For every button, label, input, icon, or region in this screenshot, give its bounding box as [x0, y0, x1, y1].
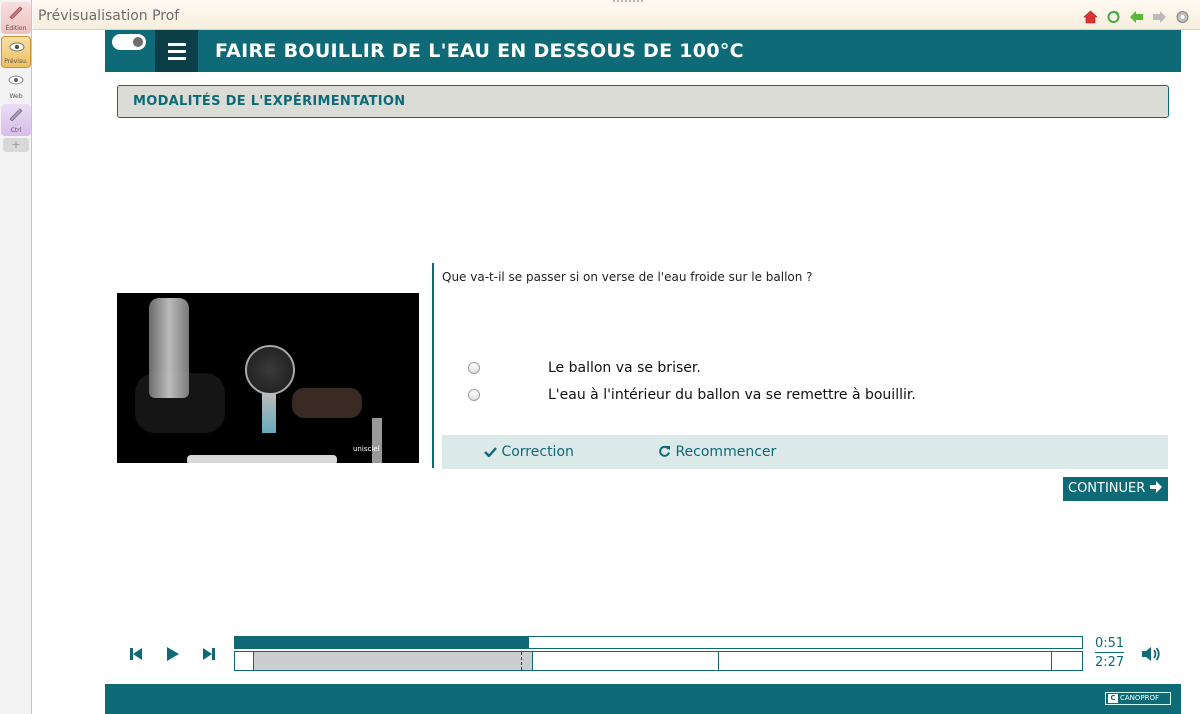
dock-item-preview[interactable]: Prévisu. — [1, 36, 31, 68]
window-titlebar: Prévisualisation Prof — [33, 0, 1200, 30]
forward-arrow-icon[interactable] — [1152, 9, 1167, 23]
media-player: 0:51 2:27 — [105, 628, 1181, 678]
settings-icon[interactable] — [1175, 9, 1190, 23]
home-icon[interactable] — [1083, 9, 1098, 24]
dock-item-web[interactable]: Web — [1, 70, 31, 102]
chapter-segment[interactable] — [533, 652, 719, 670]
dock-item-label: Ctrl — [10, 127, 22, 134]
web-eye-icon — [8, 75, 24, 85]
back-arrow-icon[interactable] — [1129, 9, 1144, 23]
toggle-knob — [131, 35, 145, 49]
canoprof-badge[interactable]: C CANOPROF — [1105, 692, 1171, 705]
hamburger-icon — [168, 43, 186, 46]
video-flask-neck — [262, 393, 276, 433]
preview-eye-icon — [9, 42, 25, 52]
video-table — [187, 455, 337, 463]
video-flask — [245, 345, 295, 395]
section-header: MODALITÉS DE L'EXPÉRIMENTATION — [117, 85, 1169, 118]
play-icon[interactable] — [164, 646, 180, 662]
answer-label[interactable]: L'eau à l'intérieur du ballon va se reme… — [548, 387, 916, 403]
restart-label: Recommencer — [675, 444, 777, 460]
progress-fill — [235, 637, 529, 648]
dock-add-button[interactable]: + — [3, 138, 29, 152]
control-icon — [9, 108, 23, 121]
course-app: FAIRE BOUILLIR DE L'EAU EN DESSOUS DE 10… — [105, 30, 1181, 714]
correction-button[interactable]: Correction — [484, 444, 574, 460]
dock-item-label: Édition — [5, 25, 27, 32]
current-time: 0:51 — [1095, 636, 1125, 653]
dock-item-label: Web — [9, 93, 23, 100]
page-title: FAIRE BOUILLIR DE L'EAU EN DESSOUS DE 10… — [215, 40, 744, 62]
question-border — [432, 263, 434, 468]
chapter-segment[interactable] — [719, 652, 1052, 670]
total-time: 2:27 — [1095, 655, 1125, 670]
restart-button[interactable]: Recommencer — [658, 444, 776, 460]
check-icon — [484, 447, 497, 458]
edit-icon — [9, 6, 23, 19]
hamburger-icon — [168, 50, 186, 53]
correction-label: Correction — [501, 444, 574, 460]
continue-label: CONTINUER — [1068, 481, 1146, 496]
chapter-segment[interactable] — [235, 652, 254, 670]
video-stand — [372, 418, 382, 463]
section-title: MODALITÉS DE L'EXPÉRIMENTATION — [133, 94, 406, 109]
left-dock: Édition Prévisu. Web Ctrl + — [0, 0, 32, 714]
menu-button[interactable] — [155, 30, 198, 72]
badge-label: CANOPROF — [1120, 694, 1160, 702]
chapter-marker — [521, 652, 522, 670]
video-hand — [292, 388, 362, 418]
continue-button[interactable]: CONTINUER — [1063, 477, 1168, 501]
skip-forward-icon[interactable] — [201, 646, 217, 662]
answer-option[interactable]: Le ballon va se briser. — [468, 360, 701, 376]
resize-grip[interactable] — [613, 0, 643, 3]
answer-option[interactable]: L'eau à l'intérieur du ballon va se reme… — [468, 387, 916, 403]
dock-item-label: Prévisu. — [4, 58, 28, 65]
radio-button[interactable] — [468, 389, 480, 401]
arrow-right-icon — [1150, 481, 1163, 493]
skip-back-icon[interactable] — [128, 646, 144, 662]
titlebar-toolbar — [1083, 9, 1190, 24]
chapter-segment-active[interactable] — [254, 652, 533, 670]
app-footer: C CANOPROF — [105, 684, 1181, 714]
progress-bar[interactable] — [234, 636, 1083, 649]
question-text: Que va-t-il se passer si on verse de l'e… — [442, 270, 813, 284]
dock-item-edition[interactable]: Édition — [1, 2, 31, 34]
video-frame[interactable]: unisciel — [117, 293, 419, 463]
canoprof-logo-icon: C — [1108, 694, 1118, 703]
chapter-bar — [234, 651, 1083, 671]
refresh-icon[interactable] — [1106, 9, 1121, 23]
hamburger-icon — [168, 57, 186, 60]
answer-label[interactable]: Le ballon va se briser. — [548, 360, 701, 376]
video-logo: unisciel — [353, 445, 380, 453]
dock-item-control[interactable]: Ctrl — [1, 104, 31, 136]
mode-toggle[interactable] — [112, 34, 146, 50]
refresh-icon — [659, 445, 670, 457]
window-title: Prévisualisation Prof — [38, 8, 180, 24]
radio-button[interactable] — [468, 362, 480, 374]
app-header: FAIRE BOUILLIR DE L'EAU EN DESSOUS DE 10… — [105, 30, 1181, 72]
video-bottle — [149, 298, 189, 398]
quiz-actions: Correction Recommencer — [442, 435, 1168, 469]
volume-icon[interactable] — [1141, 645, 1161, 663]
